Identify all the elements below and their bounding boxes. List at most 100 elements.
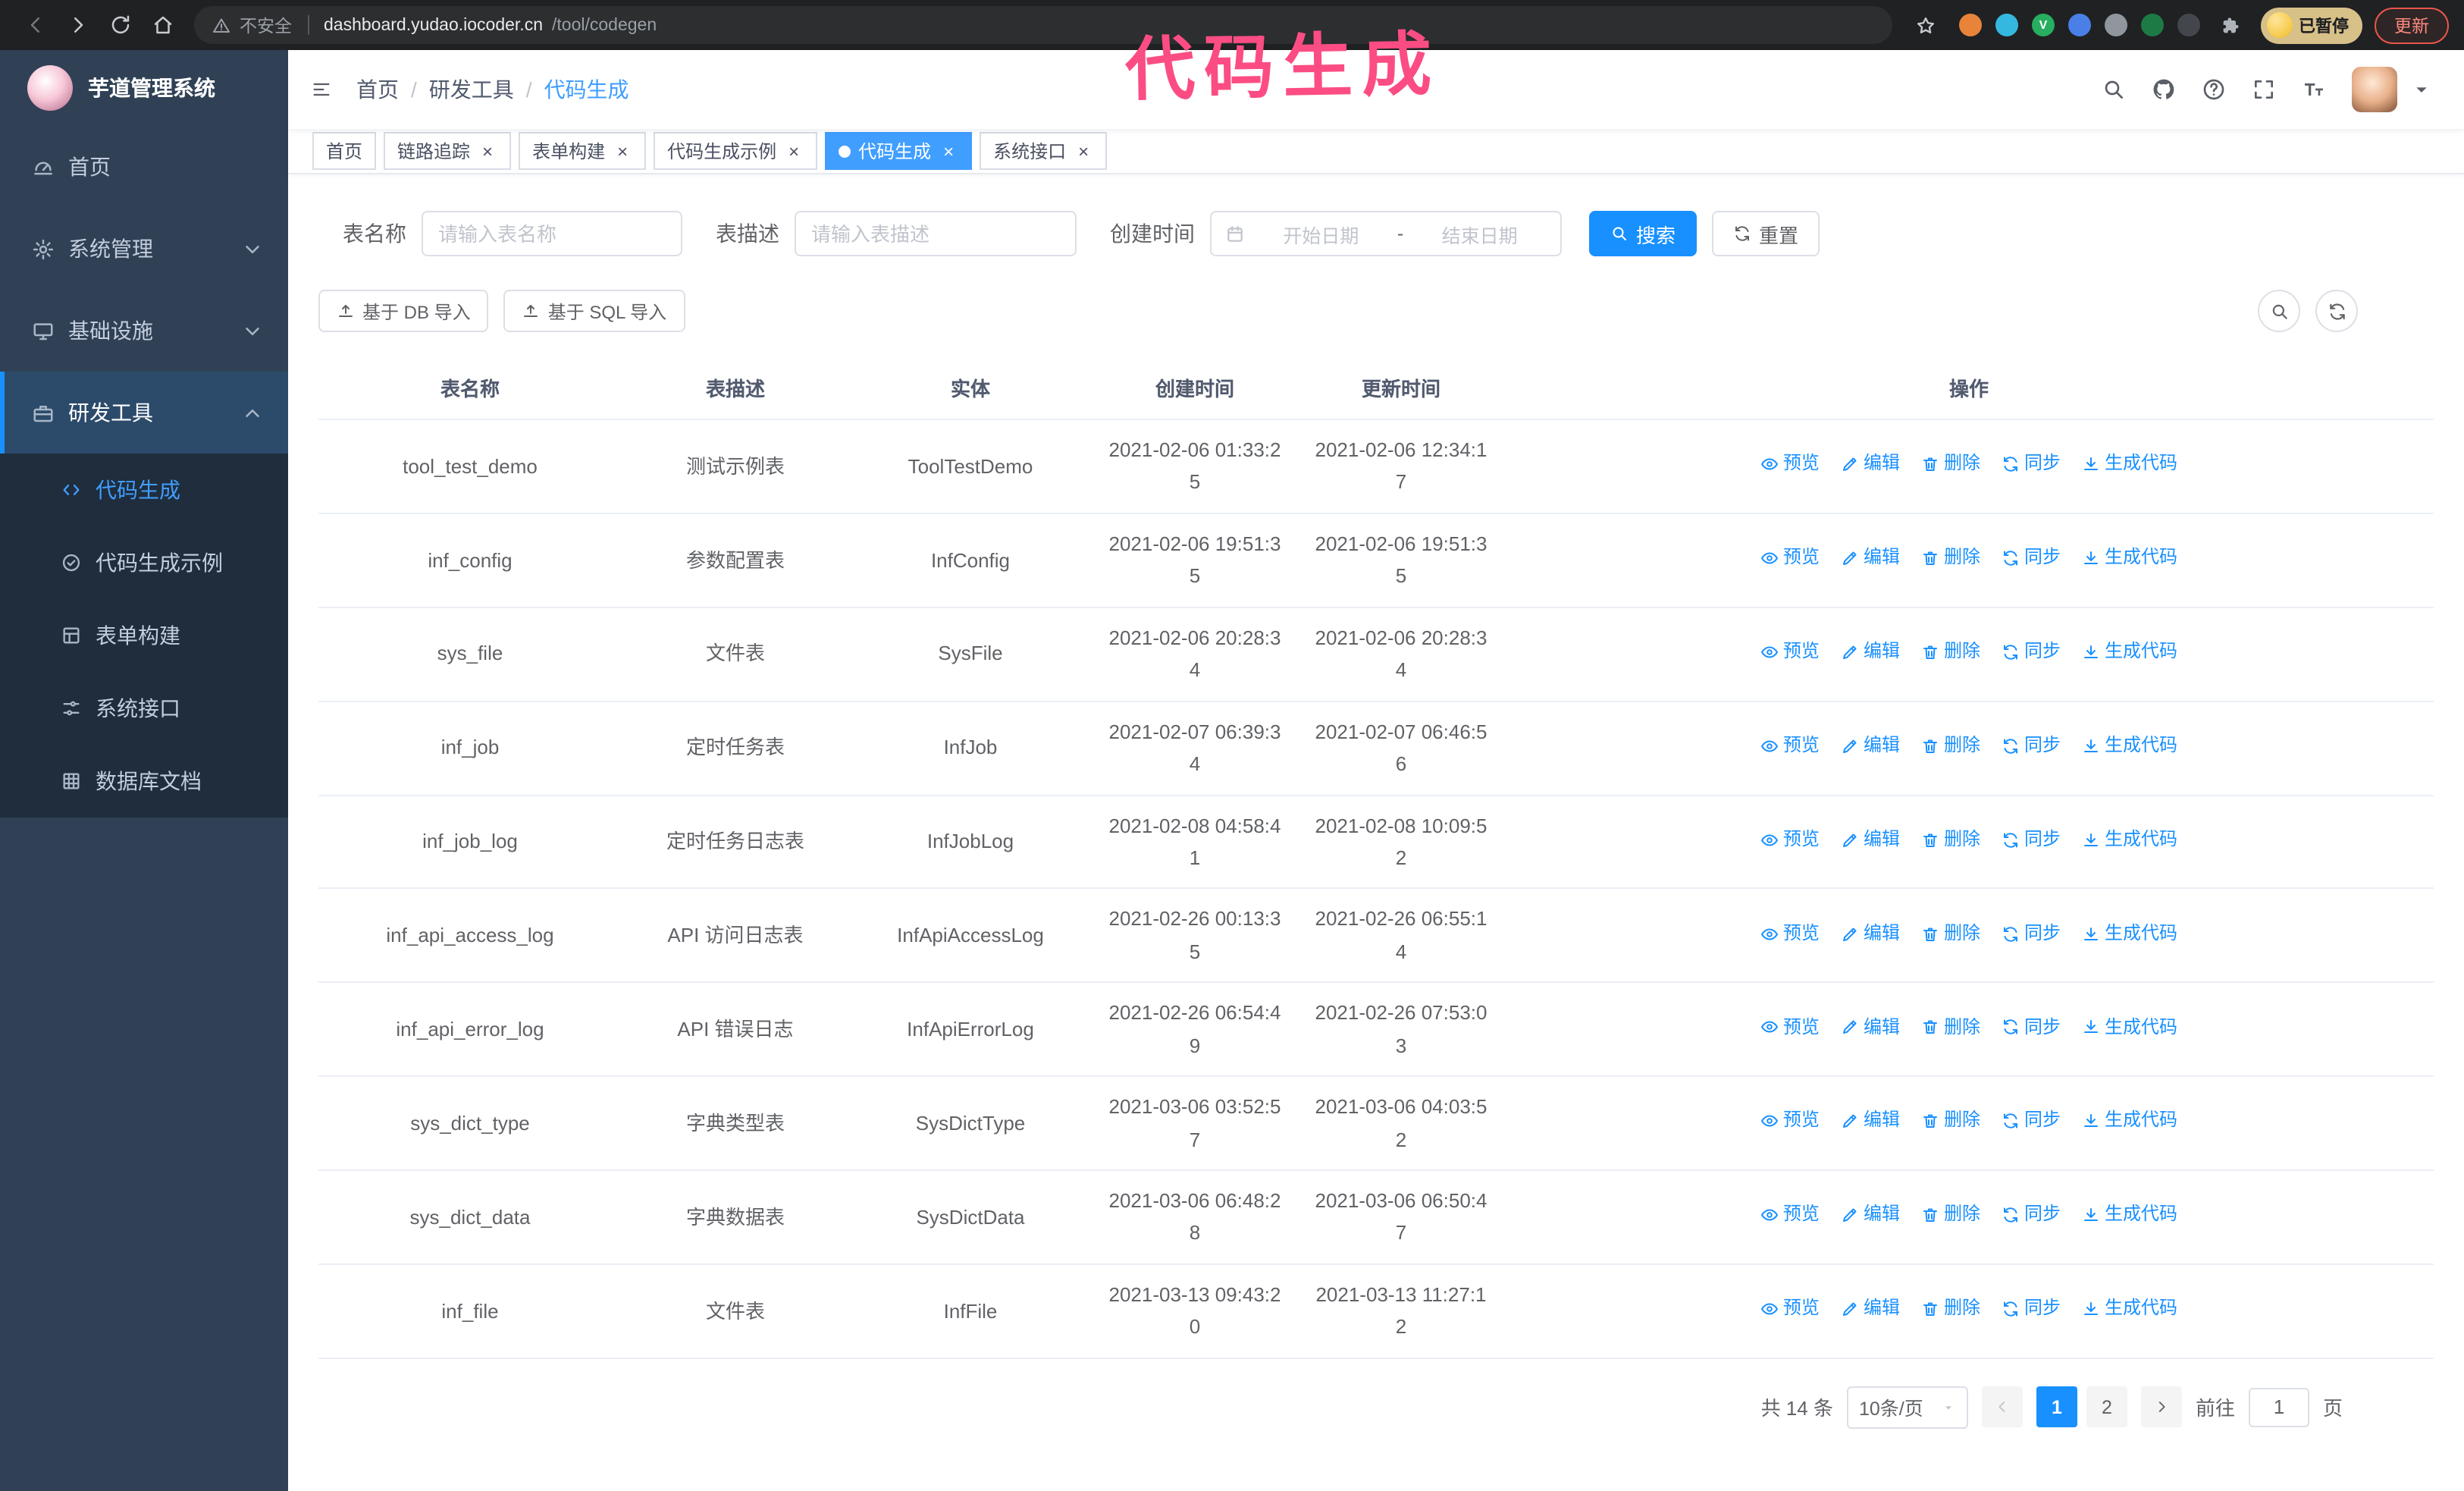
delete-link[interactable]: 删除 — [1921, 918, 1980, 949]
generate-link[interactable]: 生成代码 — [2082, 1201, 2177, 1231]
import-db-button[interactable]: 基于 DB 导入 — [318, 290, 489, 332]
github-icon[interactable] — [2152, 77, 2176, 102]
address-bar[interactable]: 不安全 dashboard.yudao.iocoder.cn/tool/code… — [194, 6, 1892, 44]
preview-link[interactable]: 预览 — [1760, 543, 1820, 573]
extension-icon-3[interactable]: V — [2032, 14, 2055, 36]
table-refresh-button[interactable] — [2315, 290, 2358, 332]
generate-link[interactable]: 生成代码 — [2082, 731, 2177, 761]
extension-icon-2[interactable] — [1995, 14, 2018, 36]
breadcrumb-item-1[interactable]: 研发工具 — [429, 74, 514, 105]
end-date-placeholder[interactable]: 结束日期 — [1412, 219, 1547, 248]
header-search-icon[interactable] — [2102, 77, 2126, 102]
sync-link[interactable]: 同步 — [2002, 731, 2061, 761]
tab-close-icon[interactable]: × — [939, 141, 958, 161]
extension-icon-1[interactable] — [1959, 14, 1982, 36]
delete-link[interactable]: 删除 — [1921, 1294, 1980, 1324]
edit-link[interactable]: 编辑 — [1841, 637, 1900, 667]
extension-icon-5[interactable] — [2105, 14, 2127, 36]
extension-icon-7[interactable] — [2177, 14, 2200, 36]
generate-link[interactable]: 生成代码 — [2082, 450, 2177, 480]
sync-link[interactable]: 同步 — [2002, 1201, 2061, 1231]
preview-link[interactable]: 预览 — [1760, 825, 1820, 855]
tab-codegen[interactable]: 代码生成 × — [825, 132, 973, 170]
sidebar-subitem-codegen-example[interactable]: 代码生成示例 — [0, 526, 288, 599]
page-button-2[interactable]: 2 — [2086, 1386, 2127, 1428]
extension-icon-4[interactable] — [2068, 14, 2091, 36]
sidebar-subitem-system-api[interactable]: 系统接口 — [0, 672, 288, 745]
sync-link[interactable]: 同步 — [2002, 918, 2061, 949]
menu-fold-icon[interactable] — [311, 79, 332, 100]
import-sql-button[interactable]: 基于 SQL 导入 — [503, 290, 685, 332]
user-menu-caret-icon[interactable] — [2409, 77, 2434, 102]
browser-forward-button[interactable] — [58, 5, 97, 45]
font-size-icon[interactable] — [2302, 77, 2326, 102]
page-button-1[interactable]: 1 — [2036, 1386, 2077, 1428]
preview-link[interactable]: 预览 — [1760, 1201, 1820, 1231]
preview-link[interactable]: 预览 — [1760, 637, 1820, 667]
help-icon[interactable] — [2202, 77, 2226, 102]
reset-button[interactable]: 重置 — [1712, 211, 1820, 256]
breadcrumb-item-2[interactable]: 代码生成 — [544, 74, 629, 105]
start-date-placeholder[interactable]: 开始日期 — [1254, 219, 1388, 248]
sync-link[interactable]: 同步 — [2002, 1106, 2061, 1137]
delete-link[interactable]: 删除 — [1921, 1201, 1980, 1231]
generate-link[interactable]: 生成代码 — [2082, 1106, 2177, 1137]
delete-link[interactable]: 删除 — [1921, 637, 1980, 667]
logo[interactable]: 芋道管理系统 — [0, 50, 288, 126]
extensions-puzzle-icon[interactable] — [2220, 14, 2241, 36]
next-page-button[interactable] — [2140, 1386, 2182, 1428]
fullscreen-icon[interactable] — [2252, 77, 2276, 102]
delete-link[interactable]: 删除 — [1921, 1012, 1980, 1043]
user-avatar[interactable] — [2352, 67, 2397, 112]
tab-system-api[interactable]: 系统接口 × — [980, 132, 1108, 170]
toggle-search-button[interactable] — [2258, 290, 2300, 332]
generate-link[interactable]: 生成代码 — [2082, 543, 2177, 573]
sidebar-subitem-codegen[interactable]: 代码生成 — [0, 454, 288, 526]
edit-link[interactable]: 编辑 — [1841, 1201, 1900, 1231]
sidebar-subitem-form-build[interactable]: 表单构建 — [0, 599, 288, 672]
sync-link[interactable]: 同步 — [2002, 637, 2061, 667]
table-name-input[interactable] — [422, 211, 682, 256]
sync-link[interactable]: 同步 — [2002, 825, 2061, 855]
sync-link[interactable]: 同步 — [2002, 1294, 2061, 1324]
delete-link[interactable]: 删除 — [1921, 450, 1980, 480]
edit-link[interactable]: 编辑 — [1841, 825, 1900, 855]
tab-close-icon[interactable]: × — [613, 141, 632, 161]
delete-link[interactable]: 删除 — [1921, 543, 1980, 573]
edit-link[interactable]: 编辑 — [1841, 543, 1900, 573]
extension-icon-6[interactable] — [2141, 14, 2164, 36]
browser-home-button[interactable] — [143, 5, 182, 45]
date-range-picker[interactable]: 开始日期 - 结束日期 — [1210, 211, 1562, 256]
preview-link[interactable]: 预览 — [1760, 1294, 1820, 1324]
generate-link[interactable]: 生成代码 — [2082, 918, 2177, 949]
sync-link[interactable]: 同步 — [2002, 450, 2061, 480]
edit-link[interactable]: 编辑 — [1841, 731, 1900, 761]
tab-tracer[interactable]: 链路追踪 × — [384, 132, 512, 170]
sidebar-item-infra[interactable]: 基础设施 — [0, 290, 288, 372]
delete-link[interactable]: 删除 — [1921, 731, 1980, 761]
tab-form-build[interactable]: 表单构建 × — [519, 132, 647, 170]
sidebar-subitem-db-doc[interactable]: 数据库文档 — [0, 745, 288, 818]
preview-link[interactable]: 预览 — [1760, 918, 1820, 949]
goto-page-input[interactable] — [2248, 1387, 2309, 1427]
browser-update-button[interactable]: 更新 — [2375, 7, 2449, 43]
browser-reload-button[interactable] — [100, 5, 140, 45]
edit-link[interactable]: 编辑 — [1841, 918, 1900, 949]
tab-close-icon[interactable]: × — [784, 141, 804, 161]
sidebar-item-dev-tools[interactable]: 研发工具 — [0, 372, 288, 454]
tab-home[interactable]: 首页 — [312, 132, 377, 170]
sync-link[interactable]: 同步 — [2002, 1012, 2061, 1043]
edit-link[interactable]: 编辑 — [1841, 1106, 1900, 1137]
bookmark-star-icon[interactable] — [1915, 14, 1936, 36]
edit-link[interactable]: 编辑 — [1841, 1294, 1900, 1324]
preview-link[interactable]: 预览 — [1760, 1012, 1820, 1043]
generate-link[interactable]: 生成代码 — [2082, 1012, 2177, 1043]
edit-link[interactable]: 编辑 — [1841, 1012, 1900, 1043]
generate-link[interactable]: 生成代码 — [2082, 637, 2177, 667]
delete-link[interactable]: 删除 — [1921, 825, 1980, 855]
delete-link[interactable]: 删除 — [1921, 1106, 1980, 1137]
browser-back-button[interactable] — [15, 5, 55, 45]
sidebar-item-system[interactable]: 系统管理 — [0, 208, 288, 290]
tab-close-icon[interactable]: × — [1074, 141, 1093, 161]
generate-link[interactable]: 生成代码 — [2082, 825, 2177, 855]
